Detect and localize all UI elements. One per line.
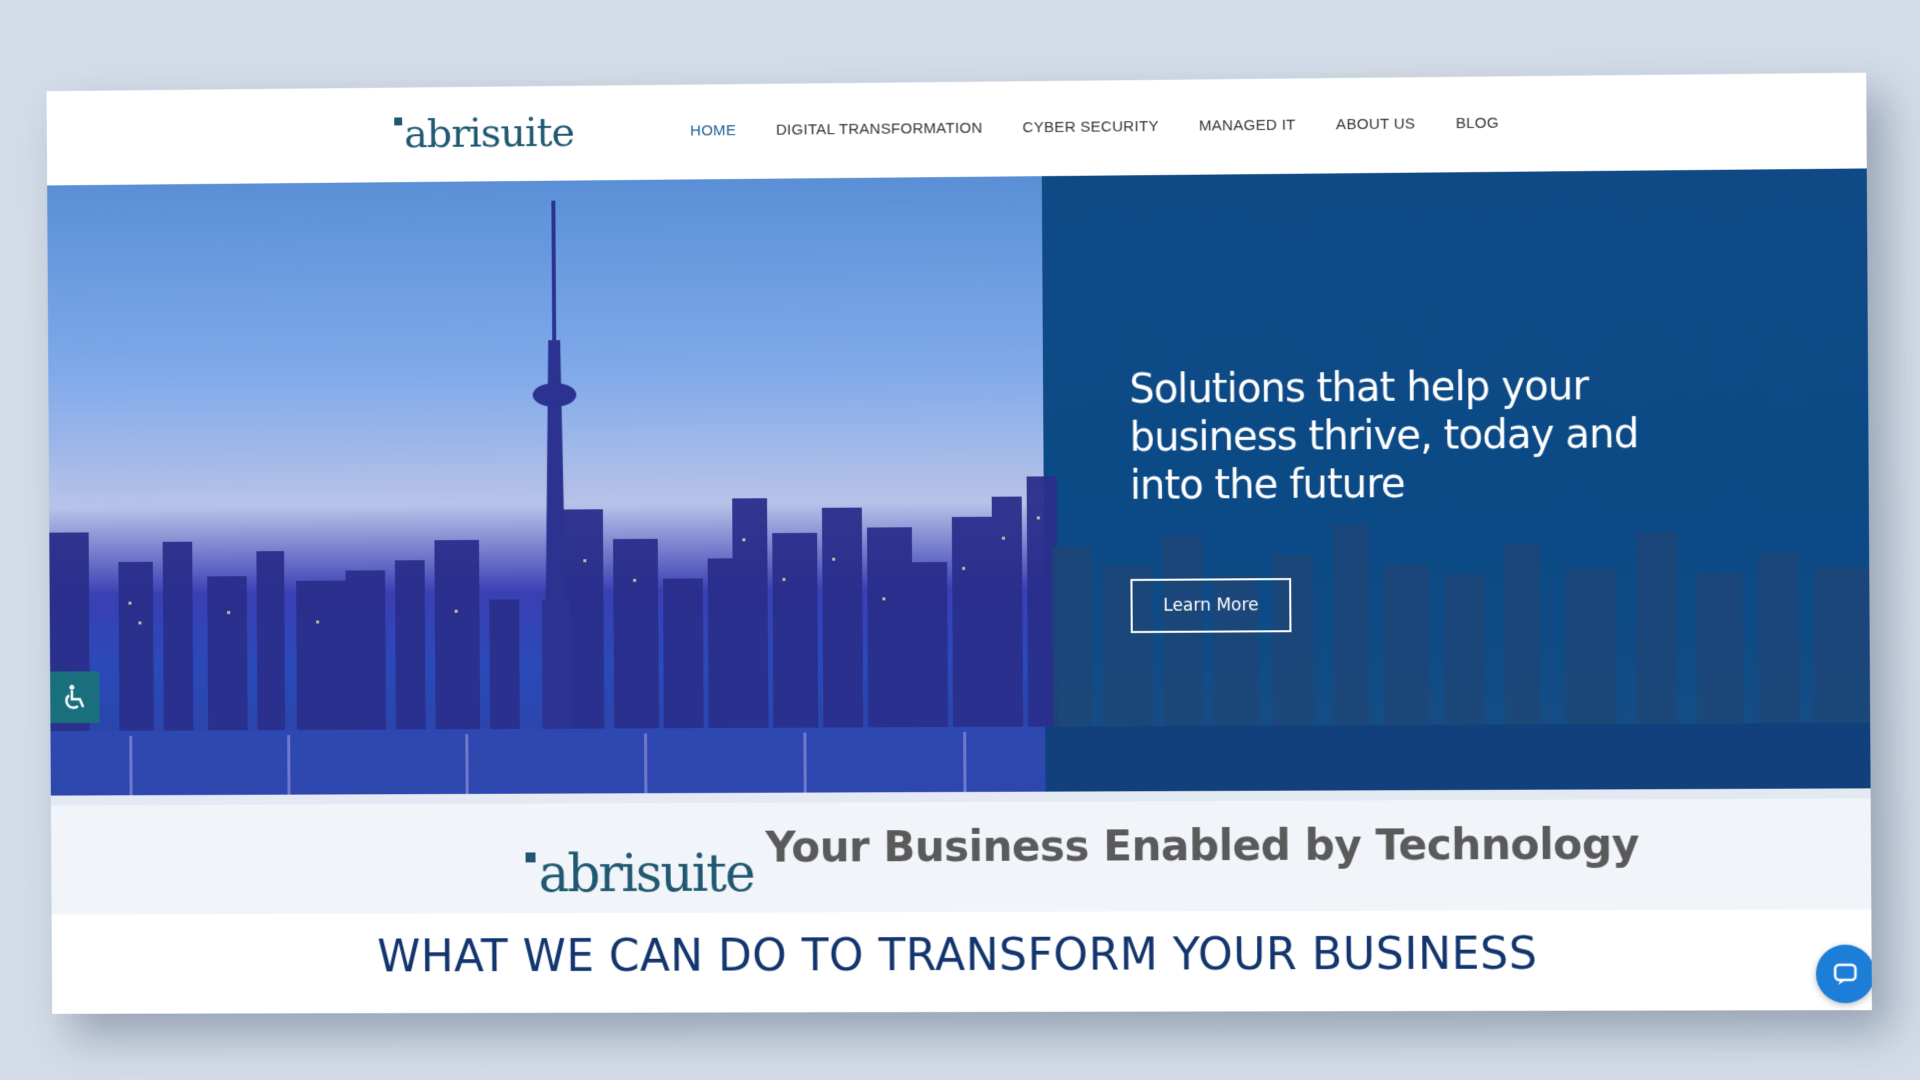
section-title: WHAT WE CAN DO TO TRANSFORM YOUR BUSINES… [377,928,1538,983]
accessibility-button[interactable] [50,671,100,724]
nav-digital-transformation[interactable]: DIGITAL TRANSFORMATION [776,120,983,139]
hero-section: Solutions that help your business thrive… [47,168,1871,806]
tagline-logo-mark [525,852,536,863]
browser-page: abrisuite HOME DIGITAL TRANSFORMATION CY… [46,72,1872,1014]
tagline-logo: abrisuite [525,843,754,905]
main-nav: HOME DIGITAL TRANSFORMATION CYBER SECURI… [690,114,1539,140]
site-logo[interactable]: abrisuite [394,110,574,158]
chat-button[interactable] [1815,944,1872,1004]
tagline-text: Your Business Enabled by Technology [765,819,1640,872]
nav-about-us[interactable]: ABOUT US [1336,115,1415,133]
nav-blog[interactable]: BLOG [1456,115,1499,132]
nav-cyber-security[interactable]: CYBER SECURITY [1023,118,1159,136]
tagline-band: abrisuite Your Business Enabled by Techn… [50,788,1872,915]
nav-managed-it[interactable]: MANAGED IT [1199,117,1296,135]
tagline-logo-text: abrisuite [538,843,754,905]
chat-bubble-icon [1831,960,1860,985]
logo-text: abrisuite [404,109,575,158]
nav-home[interactable]: HOME [690,122,736,139]
hero-headline: Solutions that help your business thrive… [1129,363,1639,509]
site-header: abrisuite HOME DIGITAL TRANSFORMATION CY… [46,72,1867,186]
logo-mark [394,117,403,126]
tagline: abrisuite Your Business Enabled by Techn… [525,819,1639,904]
wheelchair-icon [60,684,90,712]
learn-more-button[interactable]: Learn More [1130,578,1292,634]
